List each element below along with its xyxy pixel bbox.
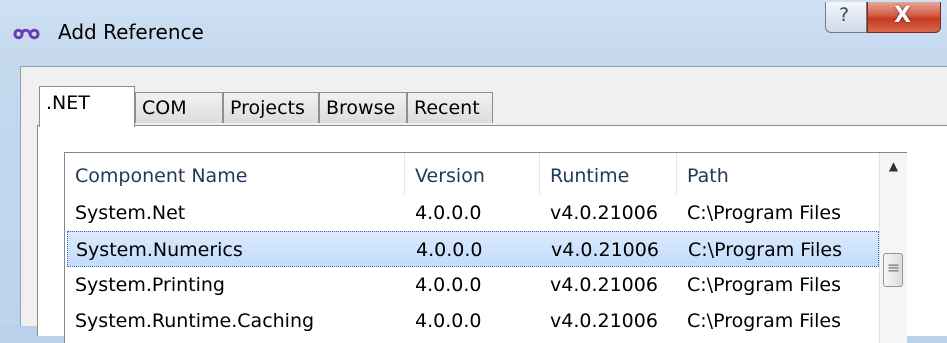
- tab-panel-dotnet: Component Name Version Runtime Path Syst…: [37, 125, 947, 343]
- cell-version: 4.0.0.0: [415, 202, 482, 224]
- tab-browse[interactable]: Browse: [319, 92, 407, 123]
- dialog-content: .NET COM Projects Browse Recent Componen…: [20, 66, 947, 343]
- list-row-selected[interactable]: System.Numerics 4.0.0.0 v4.0.21006 C:\Pr…: [67, 231, 879, 267]
- cell-version: 4.0.0.0: [415, 310, 482, 332]
- tab-label: Browse: [326, 97, 396, 119]
- cell-component-name: System.Numerics: [76, 239, 243, 261]
- window-title: Add Reference: [58, 20, 204, 44]
- tab-com[interactable]: COM: [135, 92, 223, 123]
- tab-projects[interactable]: Projects: [223, 92, 319, 123]
- cell-runtime: v4.0.21006: [551, 239, 659, 261]
- title-bar[interactable]: Add Reference ? X: [0, 0, 947, 66]
- tab-label: .NET: [46, 92, 90, 114]
- cell-path: C:\Program Files: [687, 310, 841, 332]
- column-header-path[interactable]: Path: [677, 153, 879, 195]
- scroll-thumb[interactable]: ≡: [883, 253, 903, 287]
- column-header-component-name[interactable]: Component Name: [65, 153, 405, 195]
- cell-version: 4.0.0.0: [416, 239, 483, 261]
- close-icon: X: [894, 3, 911, 28]
- help-icon: ?: [839, 4, 850, 26]
- tab-recent[interactable]: Recent: [407, 92, 493, 123]
- list-row[interactable]: System.Net 4.0.0.0 v4.0.21006 C:\Program…: [65, 195, 879, 231]
- cell-runtime: v4.0.21006: [550, 274, 658, 296]
- cell-component-name: System.Printing: [75, 274, 225, 296]
- add-reference-dialog: Add Reference ? X .NET COM Projects Brow…: [0, 0, 947, 343]
- infinity-icon: [13, 28, 40, 40]
- list-row[interactable]: System.Printing 4.0.0.0 v4.0.21006 C:\Pr…: [65, 267, 879, 303]
- vertical-scrollbar[interactable]: ▲ ≡: [879, 153, 907, 343]
- tab-label: Projects: [230, 97, 305, 119]
- component-list[interactable]: Component Name Version Runtime Path Syst…: [64, 152, 907, 343]
- cell-path: C:\Program Files: [687, 202, 841, 224]
- scroll-up-arrow-icon[interactable]: ▲: [880, 159, 907, 179]
- column-header-version[interactable]: Version: [405, 153, 540, 195]
- close-button[interactable]: X: [867, 2, 941, 33]
- cell-runtime: v4.0.21006: [550, 310, 658, 332]
- list-header: Component Name Version Runtime Path: [65, 153, 879, 195]
- cell-path: C:\Program Files: [688, 239, 842, 261]
- cell-component-name: System.Net: [75, 202, 186, 224]
- tab-dotnet[interactable]: .NET: [39, 86, 135, 127]
- cell-component-name: System.Runtime.Caching: [75, 310, 315, 332]
- column-header-runtime[interactable]: Runtime: [540, 153, 677, 195]
- cell-runtime: v4.0.21006: [550, 202, 658, 224]
- tab-label: COM: [142, 97, 187, 119]
- cell-version: 4.0.0.0: [415, 274, 482, 296]
- cell-path: C:\Program Files: [687, 274, 841, 296]
- scroll-thumb-grip-icon: ≡: [887, 258, 901, 277]
- help-button[interactable]: ?: [825, 2, 867, 33]
- tab-label: Recent: [414, 97, 480, 119]
- list-row[interactable]: System.Runtime.Caching 4.0.0.0 v4.0.2100…: [65, 303, 879, 339]
